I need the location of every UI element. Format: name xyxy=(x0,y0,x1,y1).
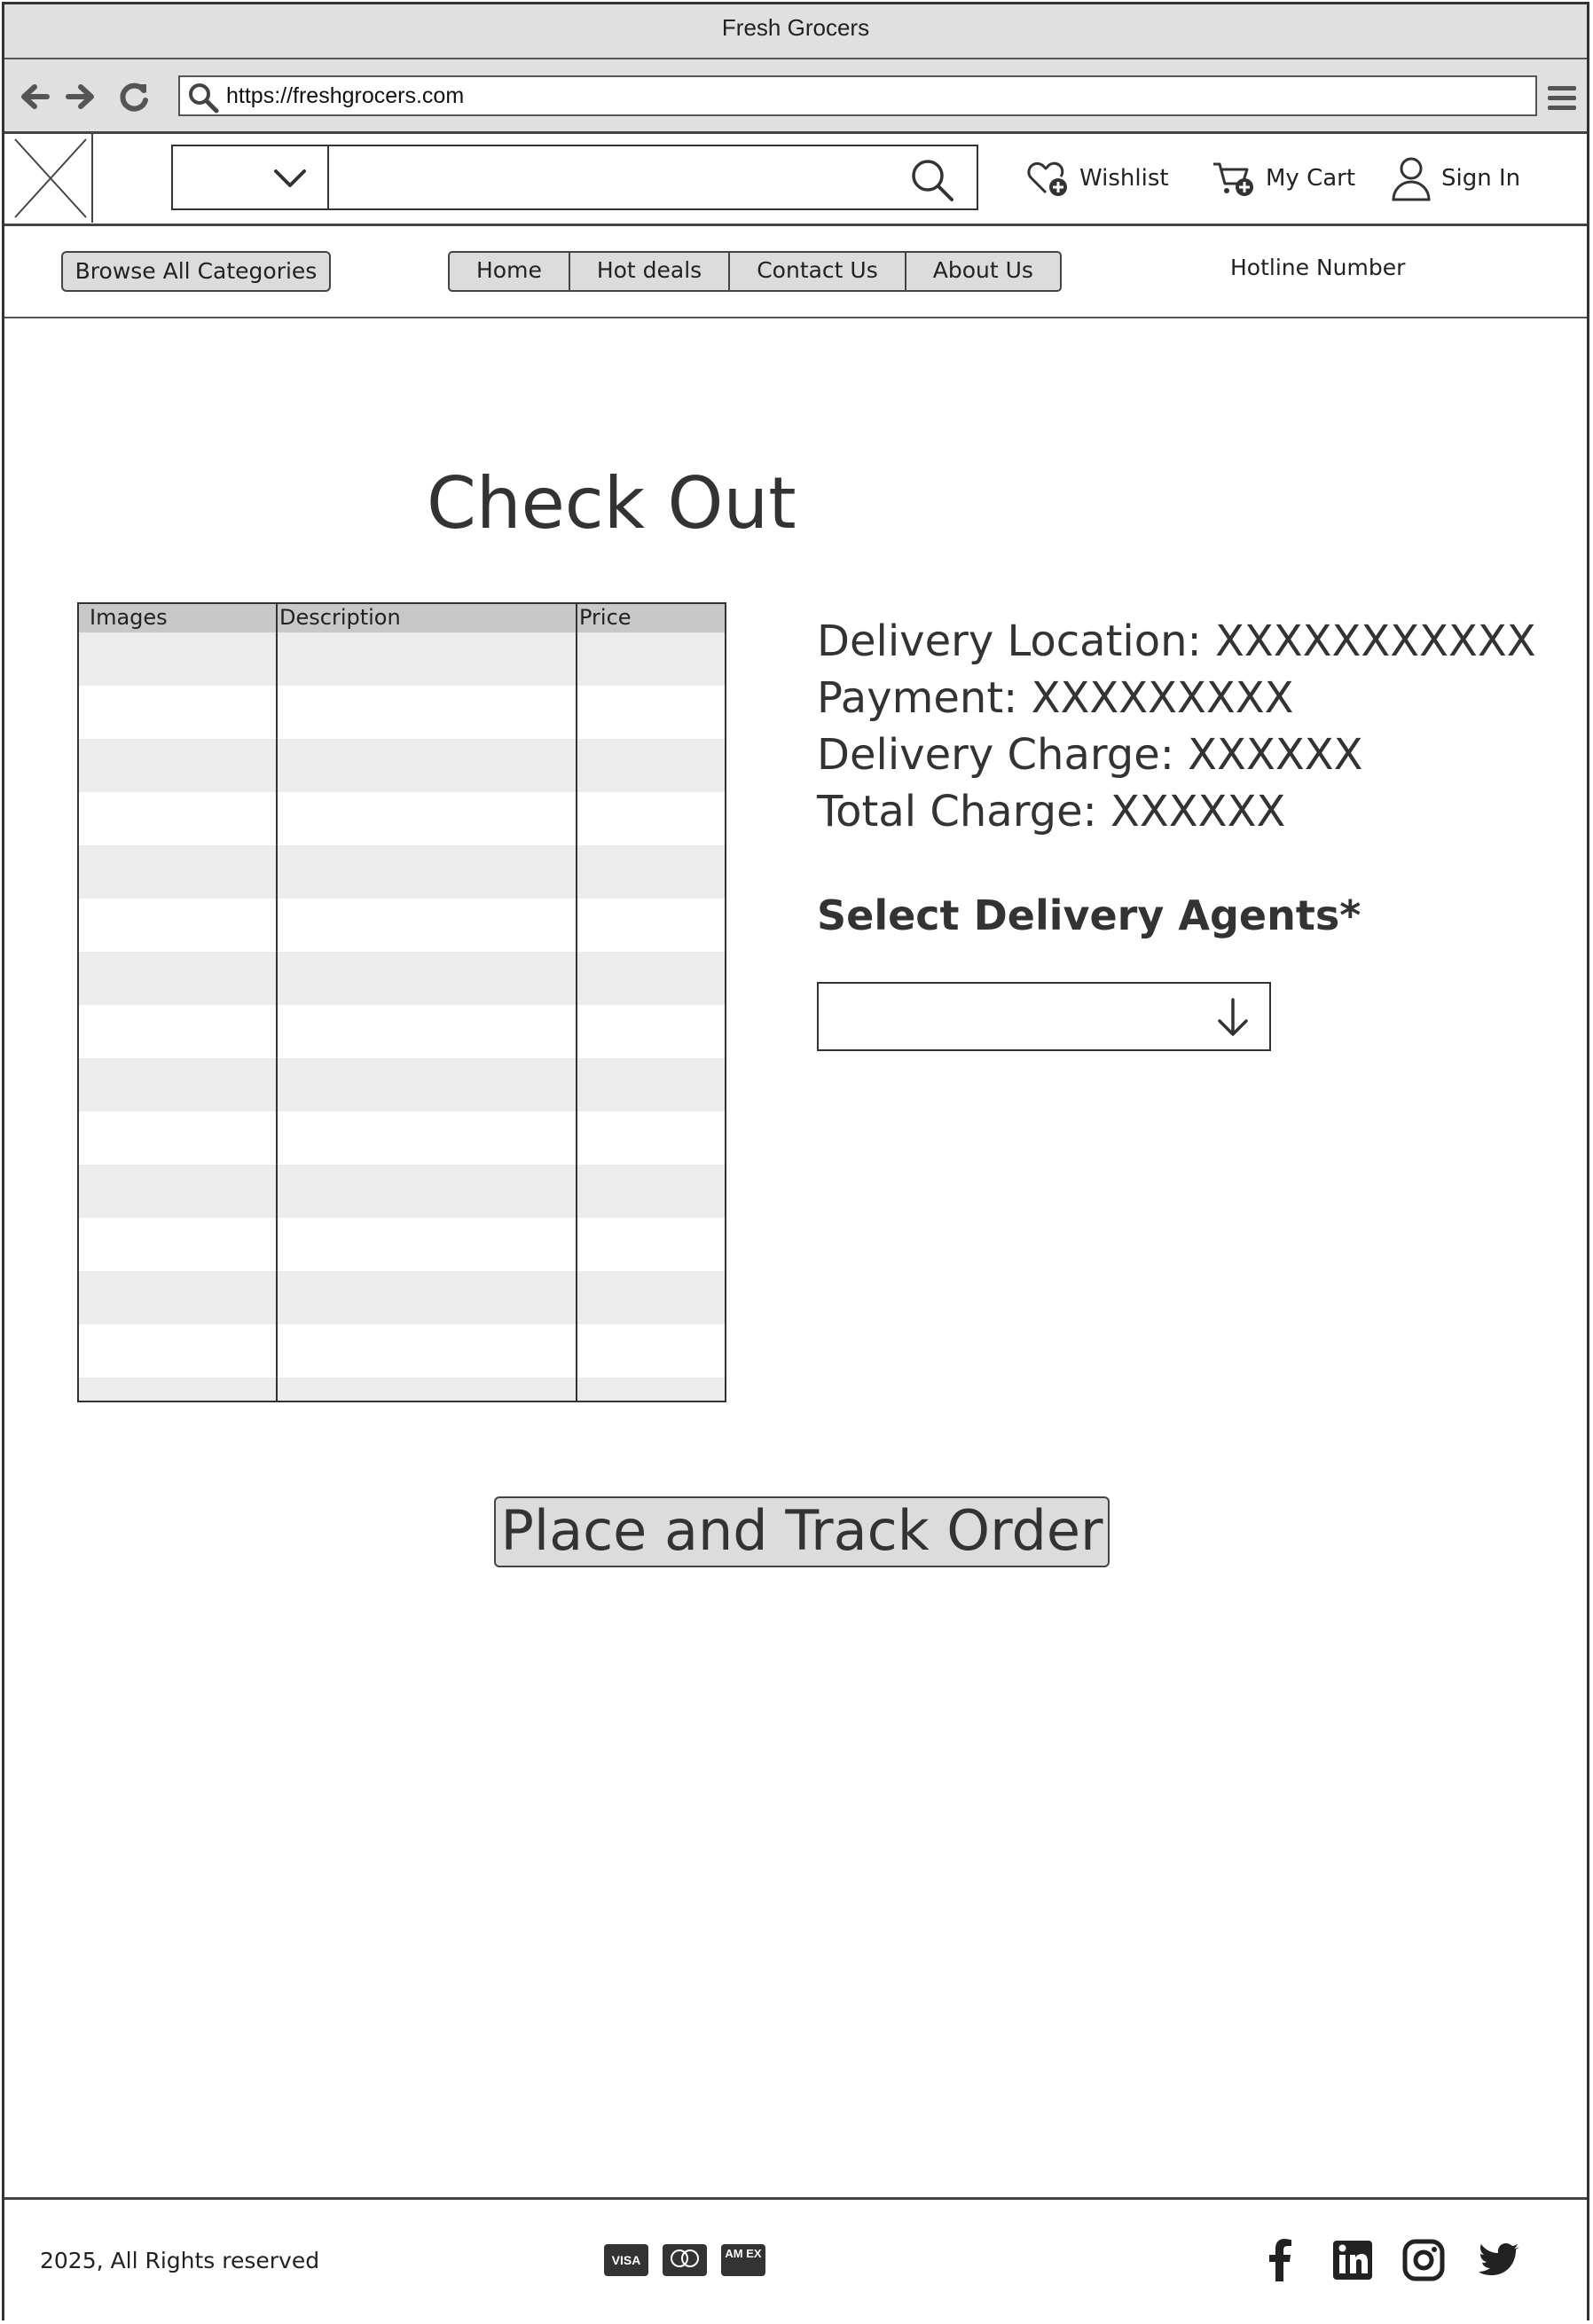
table-row xyxy=(79,686,725,739)
delivery-agent-select[interactable] xyxy=(817,982,1271,1051)
arrow-down-icon xyxy=(1218,998,1248,1036)
table-row xyxy=(79,1271,725,1324)
navigation-bar: Browse All Categories Home Hot deals Con… xyxy=(4,226,1587,318)
delivery-location: Delivery Location: XXXXXXXXXXX xyxy=(817,616,1536,666)
category-select[interactable] xyxy=(171,145,327,210)
search-icon xyxy=(189,83,219,114)
nav-item-home[interactable]: Home xyxy=(450,253,570,290)
browser-toolbar: https://freshgrocers.com xyxy=(4,59,1587,134)
hotline-number[interactable]: Hotline Number xyxy=(1230,255,1405,280)
cart-plus-icon xyxy=(1213,162,1253,196)
cart-link[interactable]: My Cart xyxy=(1211,153,1355,203)
table-row xyxy=(79,1218,725,1271)
column-divider xyxy=(576,604,577,1401)
delivery-charge: Delivery Charge: XXXXXX xyxy=(817,730,1363,780)
nav-menu: Home Hot deals Contact Us About Us xyxy=(448,251,1062,292)
table-row xyxy=(79,1111,725,1165)
heart-plus-icon xyxy=(1027,161,1067,196)
signin-link[interactable]: Sign In xyxy=(1390,153,1520,203)
column-divider xyxy=(276,604,278,1401)
payment-info: Payment: XXXXXXXXX xyxy=(817,673,1294,723)
logo-image-icon xyxy=(14,138,87,218)
wishlist-label: Wishlist xyxy=(1079,165,1169,192)
amex-icon: AM EX xyxy=(721,2244,765,2276)
menu-icon[interactable] xyxy=(1546,82,1578,114)
browser-window: Fresh Grocers https://freshgrocers.com W… xyxy=(2,2,1589,2323)
forward-arrow-icon[interactable] xyxy=(63,79,98,114)
site-header: Wishlist My Cart Sign In xyxy=(4,134,1587,226)
url-text: https://freshgrocers.com xyxy=(226,83,465,108)
table-row xyxy=(79,739,725,792)
address-bar[interactable]: https://freshgrocers.com xyxy=(178,75,1537,116)
wishlist-link[interactable]: Wishlist xyxy=(1024,153,1169,203)
visa-icon: VISA xyxy=(604,2244,648,2276)
copyright-text: 2025, All Rights reserved xyxy=(40,2248,320,2273)
column-header-price: Price xyxy=(579,605,632,630)
twitter-icon[interactable] xyxy=(1477,2237,1523,2283)
nav-item-contact-us[interactable]: Contact Us xyxy=(730,253,906,290)
chevron-down-icon xyxy=(274,169,306,187)
table-row xyxy=(79,952,725,1005)
table-row xyxy=(79,1165,725,1218)
column-header-description: Description xyxy=(279,605,401,630)
table-header: Images Description Price xyxy=(79,604,725,632)
back-arrow-icon[interactable] xyxy=(17,79,52,114)
mastercard-icon xyxy=(663,2244,707,2276)
table-row xyxy=(79,1324,725,1378)
site-footer: 2025, All Rights reserved VISA AM EX xyxy=(4,2197,1587,2323)
cart-items-table: Images Description Price xyxy=(77,602,726,1402)
cart-label: My Cart xyxy=(1266,165,1356,192)
page-title: Check Out xyxy=(427,462,796,545)
linkedin-icon[interactable] xyxy=(1330,2237,1376,2283)
column-header-images: Images xyxy=(90,605,168,630)
logo-placeholder[interactable] xyxy=(10,134,93,223)
table-row xyxy=(79,845,725,899)
user-icon xyxy=(1392,157,1431,201)
table-row xyxy=(79,1058,725,1111)
nav-item-hot-deals[interactable]: Hot deals xyxy=(570,253,731,290)
table-row xyxy=(79,1378,725,1401)
table-row xyxy=(79,792,725,845)
search-icon[interactable] xyxy=(909,157,955,203)
signin-label: Sign In xyxy=(1441,165,1521,192)
table-row xyxy=(79,632,725,686)
place-and-track-order-button[interactable]: Place and Track Order xyxy=(494,1496,1110,1567)
table-row xyxy=(79,899,725,952)
table-row xyxy=(79,1005,725,1058)
total-charge: Total Charge: XXXXXX xyxy=(817,787,1286,836)
delivery-agents-label: Select Delivery Agents* xyxy=(817,891,1362,939)
nav-item-about-us[interactable]: About Us xyxy=(906,253,1060,290)
reload-icon[interactable] xyxy=(116,79,152,114)
search-input[interactable] xyxy=(327,145,978,210)
browse-categories-button[interactable]: Browse All Categories xyxy=(61,251,331,292)
instagram-icon[interactable] xyxy=(1401,2237,1447,2283)
window-title: Fresh Grocers xyxy=(4,4,1587,59)
facebook-icon[interactable] xyxy=(1257,2237,1303,2283)
